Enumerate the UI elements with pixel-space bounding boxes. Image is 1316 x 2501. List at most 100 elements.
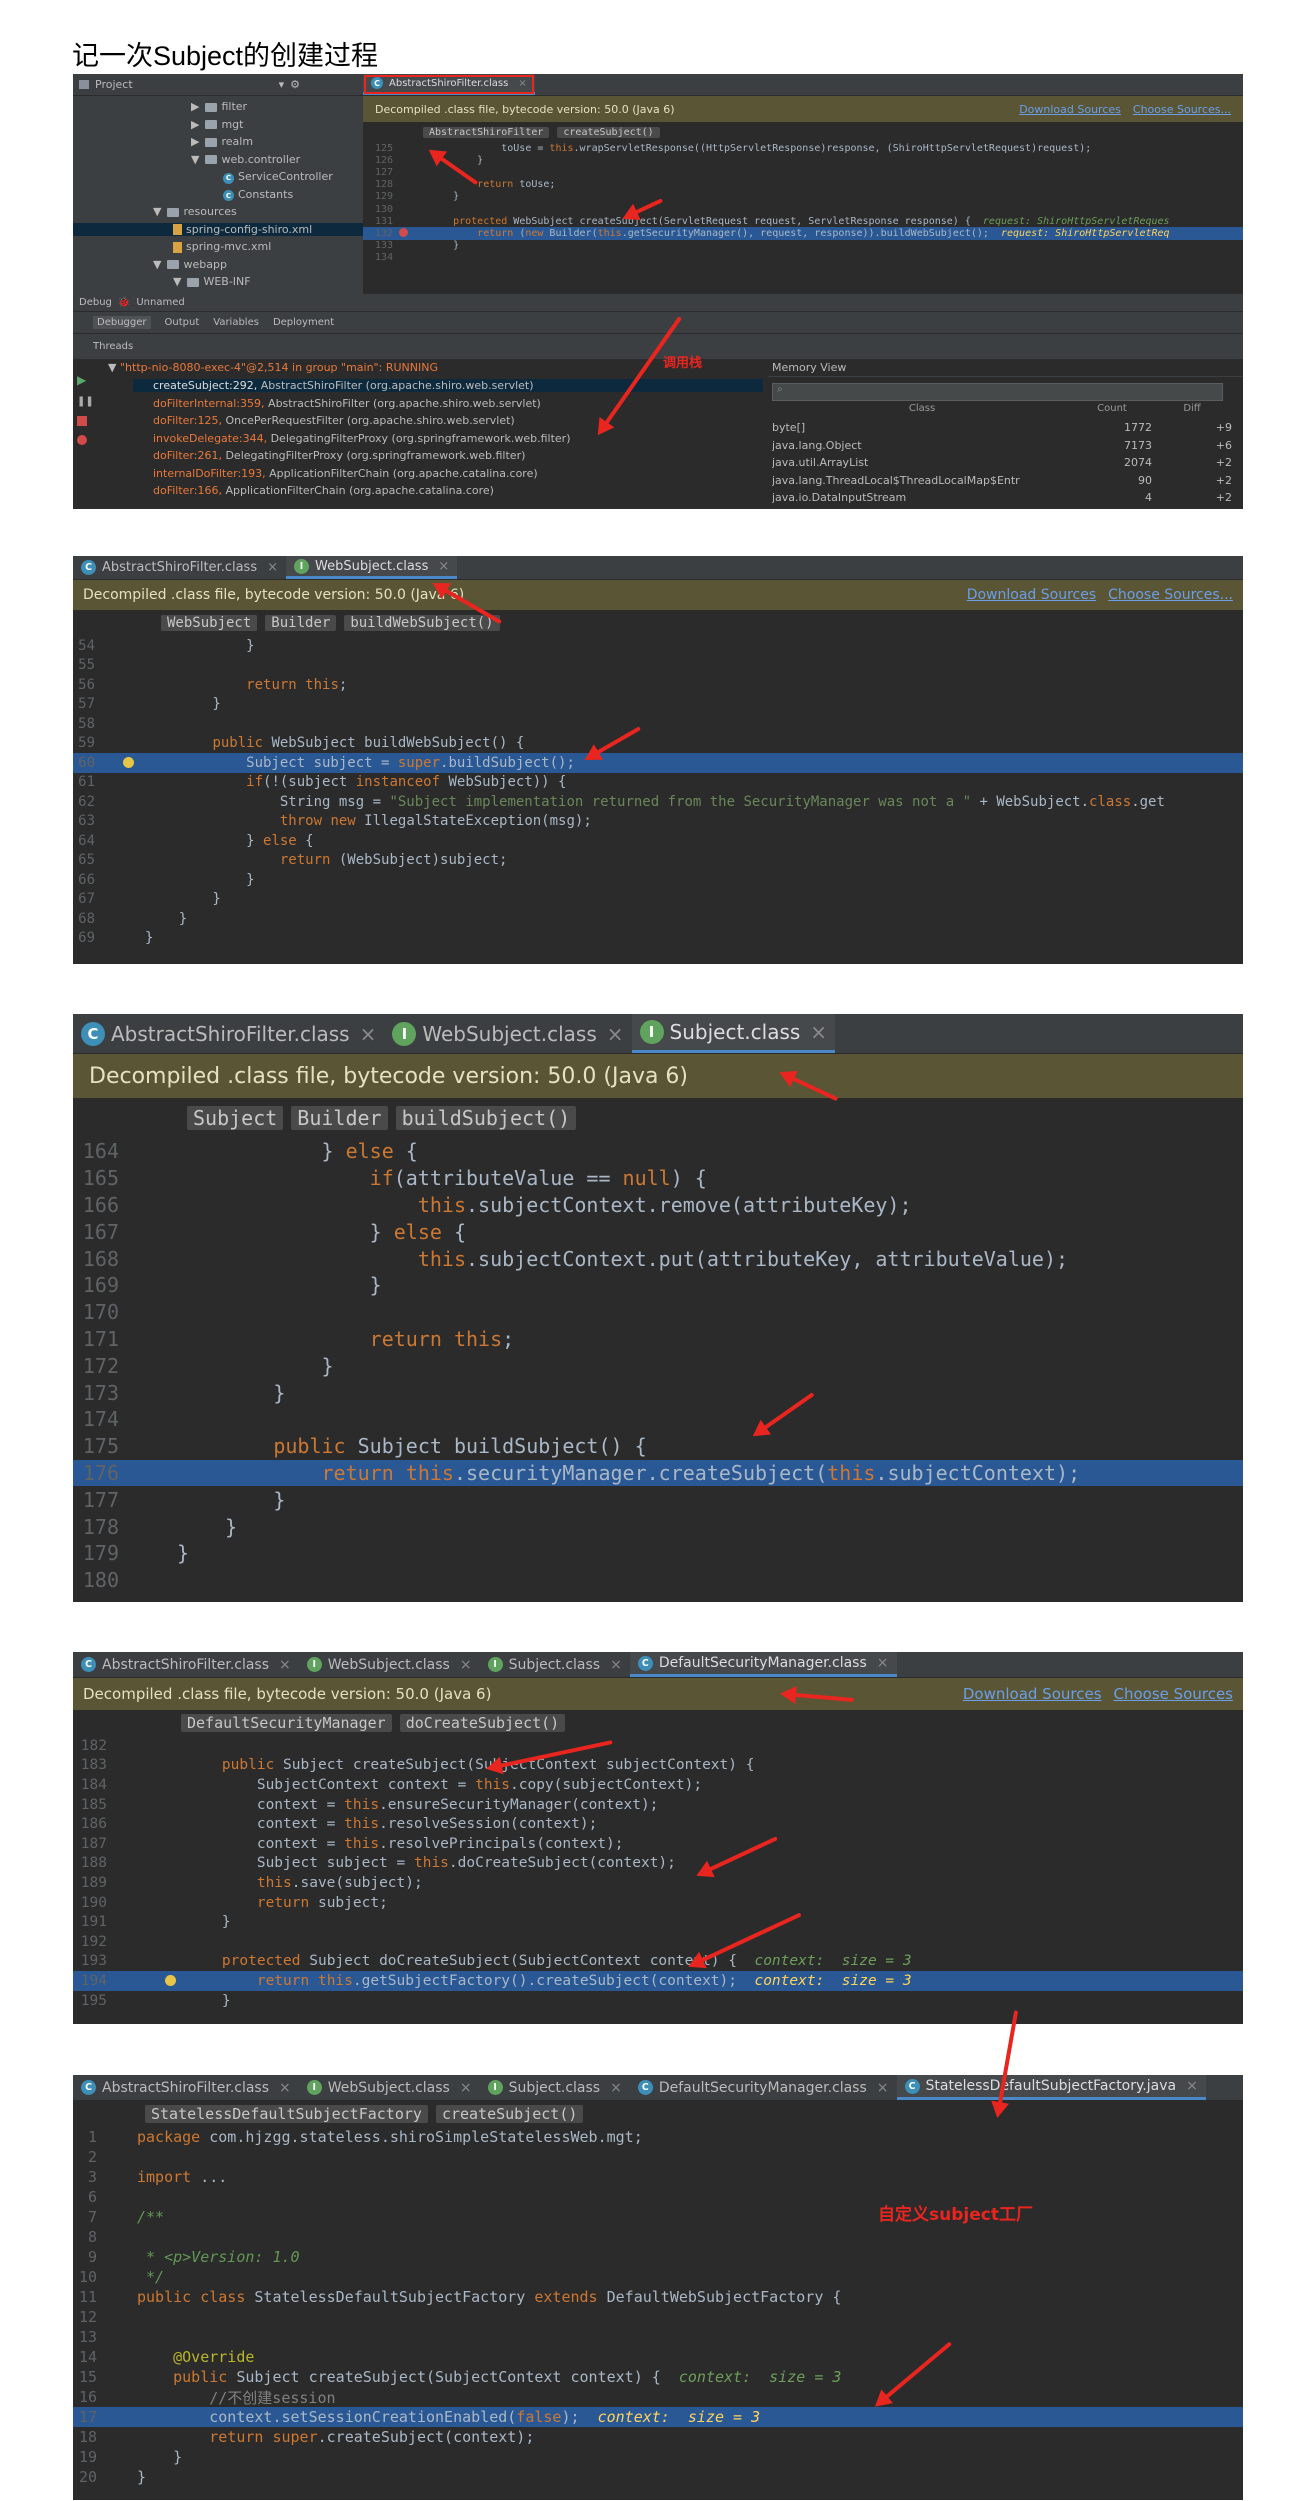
gutter[interactable]: [97, 2307, 137, 2327]
code-line-current[interactable]: 60 Subject subject = super.buildSubject(…: [73, 753, 1243, 773]
expand-arrow-icon[interactable]: ▶: [191, 118, 199, 131]
gutter[interactable]: [97, 2327, 137, 2347]
code-line[interactable]: 2: [73, 2147, 1243, 2167]
line-number[interactable]: 131: [363, 216, 393, 227]
gutter[interactable]: [107, 1971, 187, 1991]
stop-icon[interactable]: [77, 416, 87, 426]
debug-config[interactable]: Unnamed: [136, 297, 184, 308]
line-number[interactable]: 172: [73, 1354, 119, 1378]
close-icon[interactable]: ×: [1186, 2078, 1198, 2094]
gutter[interactable]: [95, 753, 145, 773]
code-line[interactable]: 56 return this;: [73, 675, 1243, 695]
gutter[interactable]: [95, 909, 145, 929]
code-line[interactable]: 18 return super.createSubject(context);: [73, 2427, 1243, 2447]
project-label[interactable]: Project: [95, 78, 133, 91]
code-line[interactable]: 173 }: [73, 1379, 1243, 1406]
col-diff[interactable]: Diff: [1152, 403, 1232, 414]
close-icon[interactable]: ×: [610, 2080, 622, 2096]
gutter[interactable]: [107, 1814, 187, 1834]
code-line[interactable]: 188 Subject subject = this.doCreateSubje…: [73, 1854, 1243, 1874]
code-line[interactable]: 57 }: [73, 695, 1243, 715]
line-number[interactable]: 58: [73, 716, 95, 732]
gutter[interactable]: [119, 1486, 177, 1513]
gutter[interactable]: [393, 240, 429, 252]
code-line[interactable]: 170: [73, 1299, 1243, 1326]
gutter[interactable]: [95, 870, 145, 890]
gutter[interactable]: [97, 2447, 137, 2467]
memory-row[interactable]: java.lang.Object 7173 +6: [772, 439, 1243, 452]
close-icon[interactable]: ×: [438, 559, 449, 574]
choose-sources-link[interactable]: Choose Sources...: [1108, 587, 1233, 603]
line-number[interactable]: 8: [73, 2228, 97, 2246]
line-number[interactable]: 194: [73, 1973, 107, 1989]
gutter[interactable]: [95, 890, 145, 910]
code-line[interactable]: 9 * <p>Version: 1.0: [73, 2247, 1243, 2267]
gutter[interactable]: [95, 675, 145, 695]
code-line[interactable]: 11 public class StatelessDefaultSubjectFa…: [73, 2287, 1243, 2307]
debug-tab-variables[interactable]: Variables: [213, 317, 259, 328]
gutter[interactable]: [119, 1567, 177, 1594]
line-number[interactable]: 191: [73, 1914, 107, 1930]
code-line-current[interactable]: 194 return this.getSubjectFactory().crea…: [73, 1971, 1243, 1991]
breadcrumb-item[interactable]: StatelessDefaultSubjectFactory: [145, 2105, 428, 2123]
line-number[interactable]: 16: [73, 2388, 97, 2406]
line-number[interactable]: 64: [73, 833, 95, 849]
gear-icon[interactable]: ⚙: [290, 78, 300, 91]
close-icon[interactable]: ×: [460, 1657, 472, 1673]
tree-item[interactable]: ▶ mgt: [191, 118, 243, 131]
code-line[interactable]: 130: [363, 203, 1243, 215]
code-line[interactable]: 193 protected Subject doCreateSubject(Su…: [73, 1952, 1243, 1972]
code-line[interactable]: 167 } else {: [73, 1218, 1243, 1245]
code-line[interactable]: 195 }: [73, 1991, 1243, 2011]
gutter[interactable]: [107, 1854, 187, 1874]
line-number[interactable]: 20: [73, 2468, 97, 2486]
stack-frame[interactable]: doFilter:125, OncePerRequestFilter (org.…: [153, 414, 515, 427]
line-number[interactable]: 59: [73, 735, 95, 751]
gutter[interactable]: [119, 1326, 177, 1353]
breadcrumb-item[interactable]: Subject: [187, 1106, 284, 1130]
line-number[interactable]: 65: [73, 852, 95, 868]
code-line[interactable]: 12: [73, 2307, 1243, 2327]
gutter[interactable]: [119, 1299, 177, 1326]
gutter[interactable]: [97, 2207, 137, 2227]
gutter[interactable]: [95, 656, 145, 676]
code-line[interactable]: 67 }: [73, 890, 1243, 910]
tab-subject-class[interactable]: I Subject.class ×: [480, 1652, 630, 1677]
gutter[interactable]: [95, 714, 145, 734]
breadcrumb-item[interactable]: buildSubject(): [395, 1106, 577, 1130]
line-number[interactable]: 186: [73, 1816, 107, 1832]
breadcrumb-item[interactable]: Builder: [265, 615, 337, 631]
line-number[interactable]: 187: [73, 1836, 107, 1852]
gutter[interactable]: [97, 2367, 137, 2387]
gutter[interactable]: [95, 851, 145, 871]
gutter[interactable]: [107, 1756, 187, 1776]
line-number[interactable]: 179: [73, 1541, 119, 1565]
code-line[interactable]: 134: [363, 252, 1243, 264]
tab-websubject-class[interactable]: I WebSubject.class ×: [299, 2075, 480, 2100]
code-line[interactable]: 126 }: [363, 154, 1243, 166]
gutter[interactable]: [393, 179, 429, 191]
tab-subject-class[interactable]: I Subject.class ×: [631, 1014, 836, 1053]
download-sources-link[interactable]: Download Sources: [1019, 103, 1121, 116]
gutter[interactable]: [95, 831, 145, 851]
gutter[interactable]: [95, 773, 145, 793]
tab-abstractshirofilter-class[interactable]: C AbstractShiroFilter.class ×: [73, 556, 286, 579]
gutter[interactable]: [97, 2127, 137, 2147]
gutter[interactable]: [97, 2267, 137, 2287]
thread-row[interactable]: ▼ "http-nio-8080-exec-4"@2,514 in group …: [108, 361, 438, 374]
code-line[interactable]: 13: [73, 2327, 1243, 2347]
code-line-current[interactable]: 132 return (new Builder(this.getSecurity…: [363, 227, 1243, 240]
code-line[interactable]: 183 public Subject createSubject(Subject…: [73, 1756, 1243, 1776]
tree-item[interactable]: ▼ web.controller: [191, 153, 300, 166]
gutter[interactable]: [107, 1932, 187, 1952]
gutter[interactable]: [393, 252, 429, 264]
code-line[interactable]: 65 return (WebSubject)subject;: [73, 851, 1243, 871]
line-number[interactable]: 171: [73, 1327, 119, 1351]
tab-defaultsecuritymanager-class[interactable]: C DefaultSecurityManager.class ×: [630, 2075, 897, 2100]
line-number[interactable]: 175: [73, 1434, 119, 1458]
code-line[interactable]: 184 SubjectContext context = this.copy(s…: [73, 1775, 1243, 1795]
gutter[interactable]: [119, 1245, 177, 1272]
code-line[interactable]: 64 } else {: [73, 831, 1243, 851]
gutter[interactable]: [95, 636, 145, 656]
line-number[interactable]: 180: [73, 1568, 119, 1592]
